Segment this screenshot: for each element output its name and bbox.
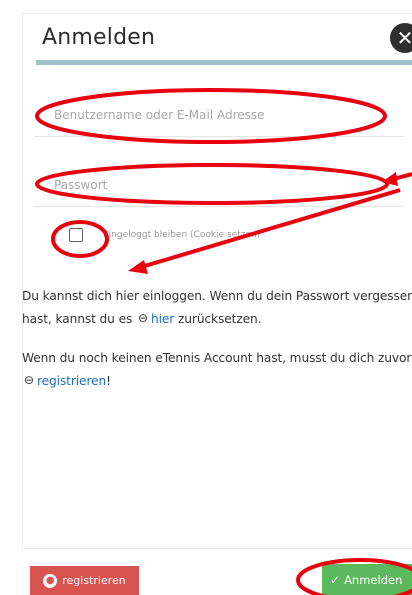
forgot-password-text-after: zurücksetzen. (177, 312, 262, 326)
forgot-password-text: Du kannst dich hier einloggen. Wenn du d… (22, 285, 412, 331)
dialog-header: Anmelden ✕ (22, 13, 412, 65)
page: Anmelden ✕ Eingeloggt bleiben (Cookie se… (0, 0, 412, 595)
register-button-label: registrieren (62, 574, 126, 587)
dialog-title: Anmelden (42, 25, 156, 50)
link-icon: ⊖ (138, 311, 148, 325)
user-circle-icon: ● (43, 573, 58, 588)
register-link[interactable]: registrieren (37, 374, 106, 388)
login-button[interactable]: ✓ Anmelden (322, 564, 412, 595)
header-divider (36, 60, 412, 65)
register-info-text-after: ! (106, 374, 111, 388)
remember-me-row: Eingeloggt bleiben (Cookie setzen) (69, 226, 260, 244)
register-info-text: Wenn du noch keinen eTennis Account hast… (22, 347, 412, 393)
close-icon: ✕ (396, 26, 412, 50)
register-info-text-before: Wenn du noch keinen eTennis Account hast… (22, 351, 412, 365)
login-button-label: Anmelden (344, 572, 403, 587)
password-input[interactable] (34, 163, 404, 207)
link-icon: ⊖ (24, 373, 34, 387)
remember-me-label[interactable]: Eingeloggt bleiben (Cookie setzen) (103, 230, 260, 240)
remember-me-checkbox[interactable] (69, 228, 83, 242)
close-button[interactable]: ✕ (390, 23, 412, 53)
check-icon: ✓ (330, 572, 341, 587)
reset-password-link[interactable]: hier (151, 312, 174, 326)
username-input[interactable] (34, 93, 404, 137)
register-button[interactable]: ● registrieren (30, 566, 139, 595)
